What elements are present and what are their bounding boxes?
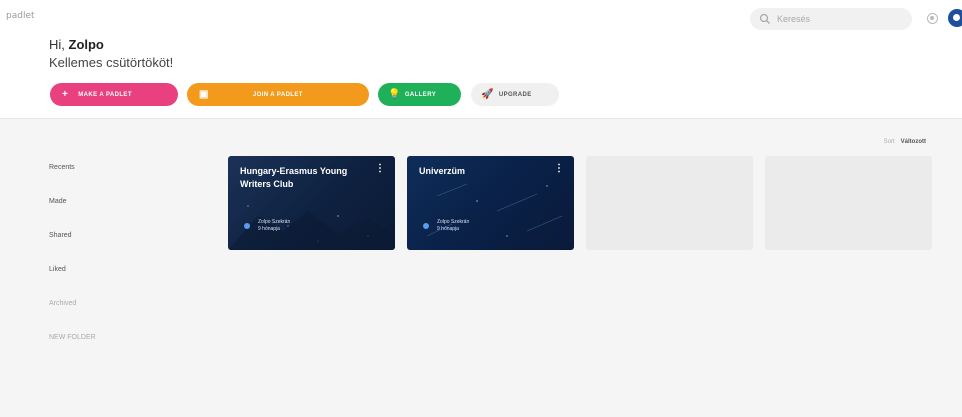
make-a-padlet-button[interactable]: + MAKE A PADLET (50, 83, 178, 106)
search-input[interactable] (777, 14, 897, 24)
empty-padlet-slot (765, 156, 932, 250)
padlet-owner: Zolpo Szekrán 9 hónapja (423, 219, 469, 233)
owner-avatar (423, 223, 429, 229)
user-avatar[interactable] (948, 9, 962, 27)
sidebar-item-archived[interactable]: Archived (49, 299, 119, 333)
settings-gear-icon[interactable] (927, 13, 938, 24)
sidebar: Recents Made Shared Liked Archived NEW F… (49, 163, 119, 367)
padlet-card[interactable]: Hungary-Erasmus Young Writers Club ⋮ Zol… (228, 156, 395, 250)
sidebar-item-liked[interactable]: Liked (49, 265, 119, 299)
join-a-padlet-label: JOIN A PADLET (252, 91, 303, 98)
greeting-prefix: Hi, (49, 37, 69, 52)
greeting-name: Zolpo (68, 37, 104, 52)
greeting-title: Hi, Zolpo (49, 37, 104, 53)
search-box[interactable] (750, 8, 912, 30)
top-bar: padlet Hi, Zolpo Kellemes csütörtököt! +… (0, 0, 962, 118)
sort-label: Sort (883, 139, 895, 145)
padlet-title: Univerzüm (419, 166, 466, 176)
greeting-subtitle: Kellemes csütörtököt! (49, 55, 174, 70)
plus-icon: + (62, 88, 69, 100)
padlet-card[interactable]: Univerzüm ⋮ Zolpo Szekrán 9 hónapja (407, 156, 574, 250)
empty-padlet-slot (586, 156, 753, 250)
dashboard-main: Sort Változott Recents Made Shared Liked … (0, 118, 962, 417)
padlet-owner: Zolpo Szekrán 9 hónapja (244, 219, 290, 233)
padlet-time: 9 hónapja (437, 226, 459, 232)
owner-name: Zolpo Szekrán (437, 219, 470, 225)
upgrade-button[interactable]: 🚀 UPGRADE (471, 83, 559, 106)
more-options-icon[interactable]: ⋮ (375, 164, 385, 174)
sidebar-item-recents[interactable]: Recents (49, 163, 119, 197)
padlet-title: Hungary-Erasmus Young Writers Club (240, 166, 348, 189)
gallery-button[interactable]: 💡 GALLERY (378, 83, 461, 106)
lightbulb-icon: 💡 (388, 88, 401, 100)
gallery-label: GALLERY (404, 91, 437, 98)
sidebar-item-shared[interactable]: Shared (49, 231, 119, 265)
rocket-icon: 🚀 (481, 88, 494, 100)
join-a-padlet-button[interactable]: ▣ JOIN A PADLET (187, 83, 369, 106)
qr-code-icon: ▣ (199, 88, 209, 100)
owner-name: Zolpo Szekrán (258, 219, 291, 225)
more-options-icon[interactable]: ⋮ (554, 164, 564, 174)
sidebar-item-made[interactable]: Made (49, 197, 119, 231)
sort-value: Változott (900, 139, 926, 145)
make-a-padlet-label: MAKE A PADLET (78, 91, 132, 98)
upgrade-label: UPGRADE (498, 91, 532, 98)
owner-avatar (244, 223, 250, 229)
padlet-time: 9 hónapja (258, 226, 280, 232)
sort-control[interactable]: Sort Változott (884, 139, 926, 145)
search-icon (759, 13, 770, 24)
app-logo[interactable]: padlet (6, 11, 35, 21)
new-folder-button[interactable]: NEW FOLDER (49, 333, 119, 367)
